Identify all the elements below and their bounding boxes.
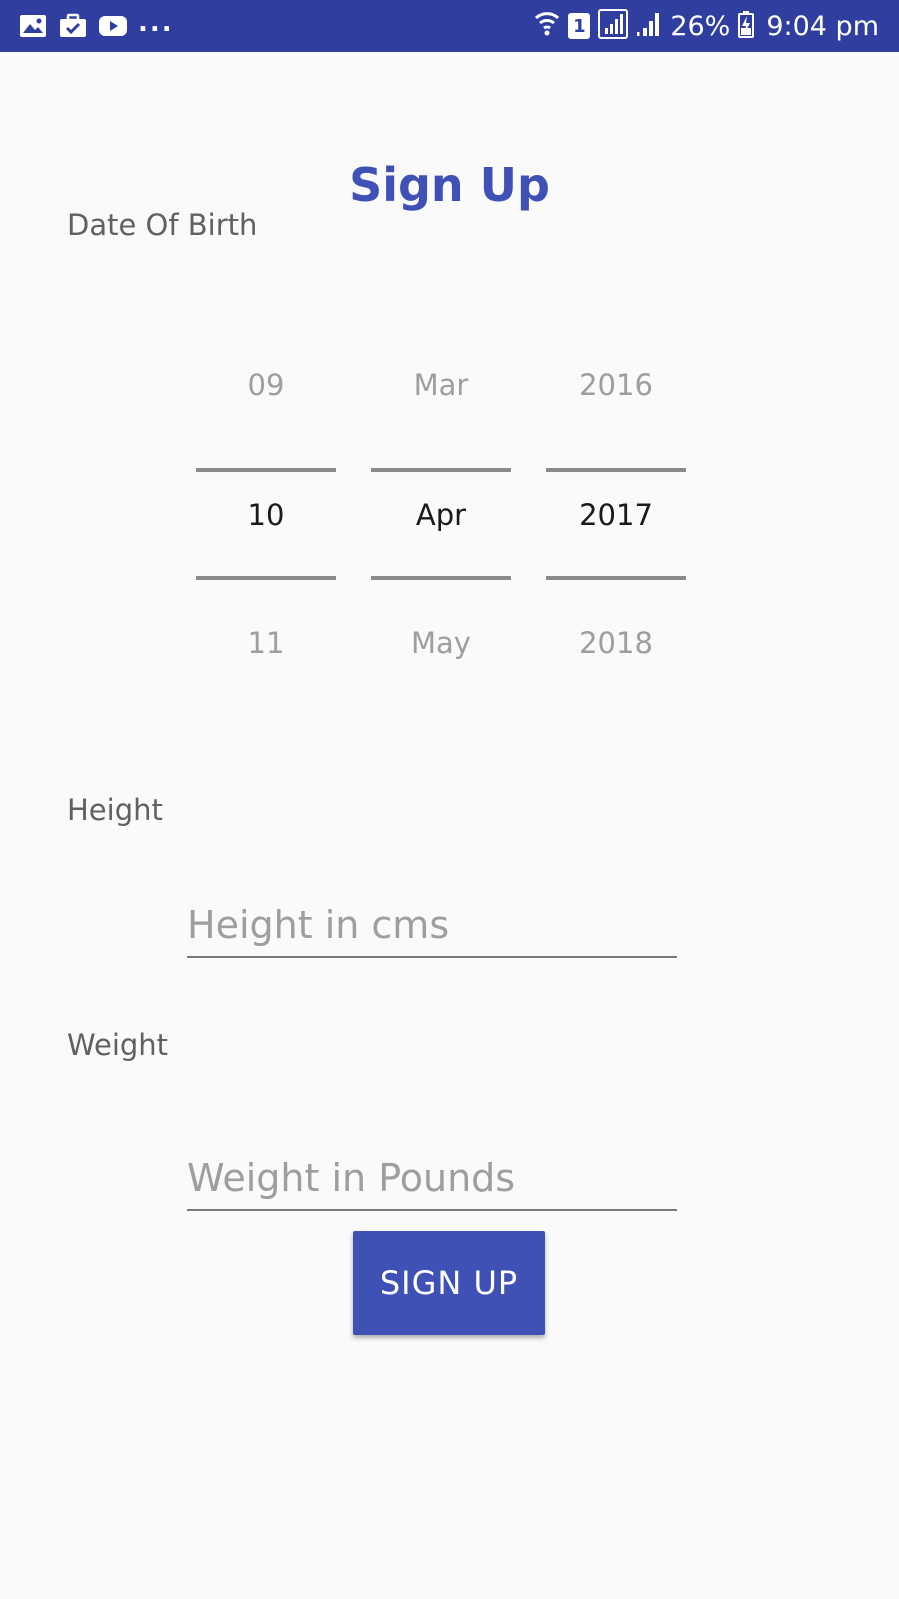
wifi-icon: [534, 9, 560, 43]
battery-percentage: 26%: [670, 10, 731, 42]
youtube-icon: [98, 13, 128, 39]
month-selection-divider-top: [371, 468, 511, 472]
month-selected[interactable]: Apr: [371, 498, 511, 532]
sim-slot-number: 1: [573, 15, 586, 37]
year-previous[interactable]: 2016: [546, 368, 686, 402]
month-selection-divider-bottom: [371, 576, 511, 580]
day-selected[interactable]: 10: [196, 498, 336, 532]
weight-input[interactable]: [187, 1153, 677, 1211]
page-title: Sign Up: [349, 158, 550, 212]
day-selection-divider-top: [196, 468, 336, 472]
briefcase-check-icon: [58, 13, 88, 39]
year-selected[interactable]: 2017: [546, 498, 686, 532]
date-of-birth-label: Date Of Birth: [67, 208, 258, 242]
weight-label: Weight: [67, 1028, 169, 1062]
year-selection-divider-bottom: [546, 576, 686, 580]
day-selection-divider-bottom: [196, 576, 336, 580]
signal-sim1-icon: [598, 9, 629, 43]
battery-charging-icon: [738, 10, 755, 42]
clock: 9:04 pm: [766, 10, 879, 42]
year-picker[interactable]: 2016 2017 2018: [546, 360, 686, 690]
month-picker[interactable]: Mar Apr May: [371, 360, 511, 690]
more-notifications-indicator: ...: [138, 8, 174, 38]
date-picker: 09 10 11 Mar Apr May 2016 2017 2018: [196, 360, 686, 690]
status-bar: ... 1 26% 9:04 pm: [0, 0, 899, 52]
height-input[interactable]: [187, 900, 677, 958]
sim-1-icon: 1: [568, 13, 591, 39]
sign-up-button[interactable]: SIGN UP: [353, 1231, 545, 1335]
day-previous[interactable]: 09: [196, 368, 336, 402]
month-previous[interactable]: Mar: [371, 368, 511, 402]
height-label: Height: [67, 793, 163, 827]
status-bar-notifications: ...: [18, 0, 174, 52]
year-next[interactable]: 2018: [546, 626, 686, 660]
signal-sim2-icon: [636, 10, 662, 42]
image-icon: [18, 13, 48, 39]
month-next[interactable]: May: [371, 626, 511, 660]
year-selection-divider-top: [546, 468, 686, 472]
day-next[interactable]: 11: [196, 626, 336, 660]
status-bar-system: 1 26% 9:04 pm: [534, 0, 879, 52]
day-picker[interactable]: 09 10 11: [196, 360, 336, 690]
